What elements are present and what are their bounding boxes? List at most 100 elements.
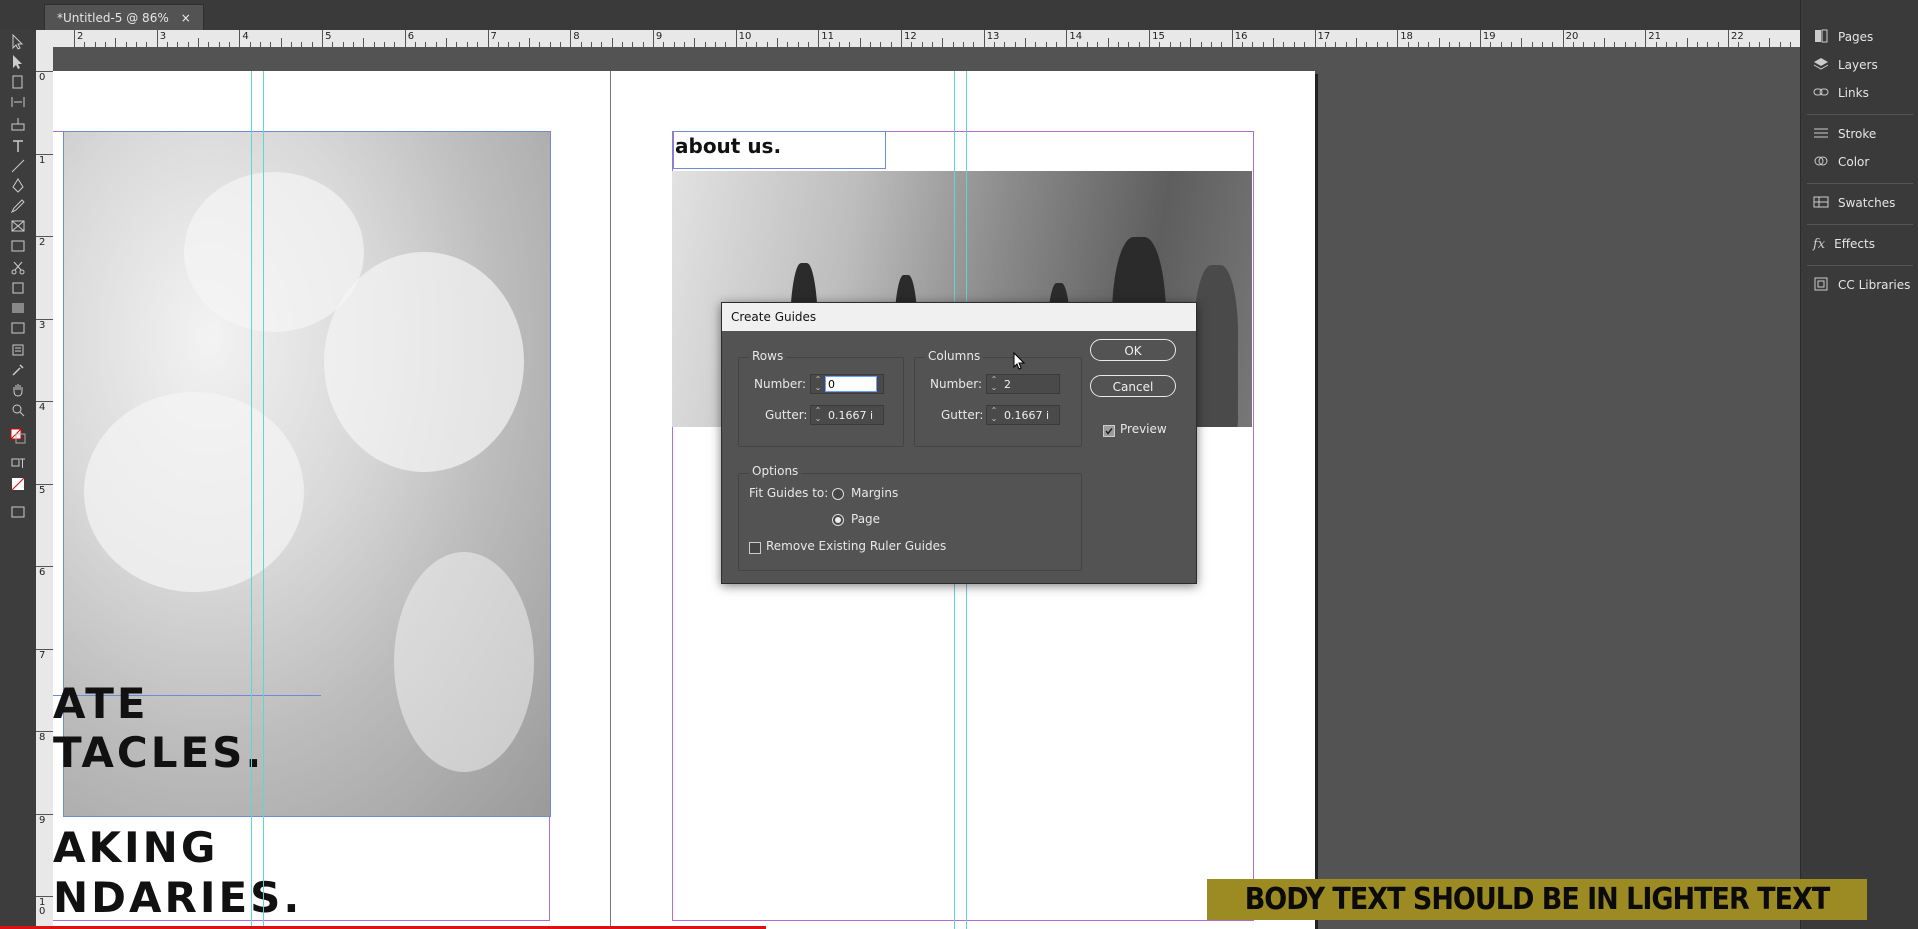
zoom-icon[interactable] [6, 400, 30, 420]
stepper-arrows-icon[interactable]: ⌃ ⌄ [987, 375, 1001, 393]
page-radio[interactable] [832, 514, 844, 526]
rows-gutter-value[interactable]: 0.1667 i [825, 409, 873, 422]
color-panel-button[interactable]: Color [1801, 147, 1918, 177]
columns-gutter-stepper[interactable]: ⌃ ⌄ 0.1667 i [986, 405, 1060, 425]
column-guide[interactable] [263, 71, 264, 929]
effects-panel-button[interactable]: fx Effects [1801, 229, 1918, 259]
fit-guides-label: Fit Guides to: [749, 486, 829, 500]
ruler-number: 13 [986, 31, 1000, 42]
ruler-minor-tick [1025, 38, 1027, 47]
headline-line-2[interactable]: TACLES. [53, 728, 264, 777]
headline-line-4[interactable]: NDARIES. [53, 873, 302, 922]
gap-icon[interactable] [6, 92, 30, 112]
fx-icon: fx [1813, 236, 1826, 252]
pen-icon[interactable] [6, 176, 30, 196]
headline-line-1[interactable]: ATE [53, 679, 149, 728]
ruler-number: 7 [490, 31, 497, 42]
rectangle-frame-icon[interactable] [6, 216, 30, 236]
hand-icon[interactable] [6, 380, 30, 400]
ruler-tick [1645, 30, 1647, 47]
columns-number-label: Number: [930, 377, 983, 391]
cc-libraries-icon [1813, 276, 1829, 295]
rows-gutter-stepper[interactable]: ⌃ ⌄ 0.1667 i [810, 405, 884, 425]
free-transform-icon[interactable] [6, 278, 30, 298]
vertical-ruler[interactable]: 0 1 2 3 4 5 6 7 8 9 1 0 [36, 47, 54, 929]
content-collector-icon[interactable] [6, 114, 30, 134]
preview-label[interactable]: Preview [1120, 422, 1167, 436]
stroke-icon [1813, 125, 1829, 144]
ruler-number: 4 [39, 402, 46, 413]
eyedropper-icon[interactable] [6, 360, 30, 380]
remove-guides-label[interactable]: Remove Existing Ruler Guides [766, 539, 946, 553]
ruler-number: 15 [1152, 31, 1165, 42]
ruler-tick [901, 30, 902, 47]
horizontal-ruler[interactable]: 2 3 4 5 6 7 8 9 10 11 12 13 14 15 16 17 18 19 20 21 22 [36, 30, 1800, 48]
links-panel-button[interactable]: Links [1801, 78, 1918, 108]
direct-selection-icon[interactable] [6, 52, 30, 72]
swatches-panel-button[interactable]: Swatches [1801, 188, 1918, 218]
scissors-icon[interactable] [6, 258, 30, 278]
note-icon[interactable] [6, 340, 30, 360]
layers-panel-button[interactable]: Layers [1801, 50, 1918, 80]
ruler-minor-tick [1521, 38, 1523, 47]
ruler-tick [1562, 30, 1564, 47]
ruler-tick [652, 30, 654, 47]
fill-stroke-swatch-icon[interactable] [6, 426, 30, 446]
ruler-tick [1314, 30, 1316, 47]
rows-number-input[interactable] [825, 376, 877, 392]
margins-label[interactable]: Margins [851, 486, 898, 500]
ruler-tick [735, 30, 737, 47]
rows-number-stepper[interactable]: ⌃ ⌄ [810, 374, 884, 394]
dialog-title[interactable]: Create Guides [722, 303, 1196, 331]
line-icon[interactable] [6, 156, 30, 176]
cc-libraries-label: CC Libraries [1838, 278, 1911, 292]
stepper-arrows-icon[interactable]: ⌃ ⌄ [811, 375, 825, 393]
ruler-number: 8 [573, 31, 580, 42]
layers-icon [1813, 56, 1829, 75]
ruler-number: 16 [1234, 31, 1248, 42]
pencil-icon[interactable] [6, 196, 30, 216]
ruler-minor-tick [942, 38, 944, 47]
headline-line-3[interactable]: AKING [53, 823, 218, 872]
screen-mode-icon[interactable] [6, 502, 30, 522]
page-icon[interactable] [6, 72, 30, 92]
ruler-number: 10 [738, 31, 752, 42]
rectangle-icon[interactable] [6, 236, 30, 256]
stepper-arrows-icon[interactable]: ⌃ ⌄ [811, 406, 825, 424]
ruler-minor-tick [115, 38, 117, 47]
columns-number-value[interactable]: 2 [1001, 378, 1011, 391]
margins-radio[interactable] [832, 488, 844, 500]
gradient-feather-icon[interactable] [6, 318, 30, 338]
rows-label: Rows [749, 349, 787, 363]
column-guide[interactable] [251, 71, 252, 929]
selection-icon[interactable] [6, 32, 30, 52]
ruler-minor-tick [1769, 38, 1771, 47]
tools-panel [0, 30, 37, 929]
ruler-number: 6 [39, 567, 46, 578]
stepper-arrows-icon[interactable]: ⌃ ⌄ [987, 406, 1001, 424]
ruler-minor-tick [1107, 38, 1109, 47]
apply-none-icon[interactable] [6, 474, 30, 494]
document-tab[interactable]: *Untitled-5 @ 86% × [44, 4, 204, 31]
swatches-label: Swatches [1838, 196, 1896, 210]
remove-guides-checkbox[interactable] [749, 542, 761, 554]
close-tab-icon[interactable]: × [181, 5, 191, 31]
ruler-number: 4 [242, 31, 249, 42]
layers-label: Layers [1838, 58, 1878, 72]
ruler-tick [1066, 30, 1068, 47]
ruler-number: 18 [1400, 31, 1413, 42]
stroke-panel-button[interactable]: Stroke [1801, 119, 1918, 149]
pages-panel-button[interactable]: Pages [1801, 22, 1918, 52]
type-icon[interactable] [6, 136, 30, 156]
cancel-button[interactable]: Cancel [1090, 375, 1176, 397]
columns-gutter-value[interactable]: 0.1667 i [1001, 409, 1049, 422]
about-text-frame[interactable]: about us. [673, 131, 886, 169]
preview-checkbox[interactable] [1103, 425, 1115, 437]
formatting-container-icon[interactable] [6, 454, 30, 474]
columns-number-stepper[interactable]: ⌃ ⌄ 2 [986, 374, 1060, 394]
ok-button[interactable]: OK [1090, 339, 1176, 361]
gradient-icon[interactable] [6, 298, 30, 318]
page-label[interactable]: Page [851, 512, 880, 526]
ruler-number: 7 [39, 649, 46, 661]
cc-libraries-panel-button[interactable]: CC Libraries [1801, 270, 1918, 300]
